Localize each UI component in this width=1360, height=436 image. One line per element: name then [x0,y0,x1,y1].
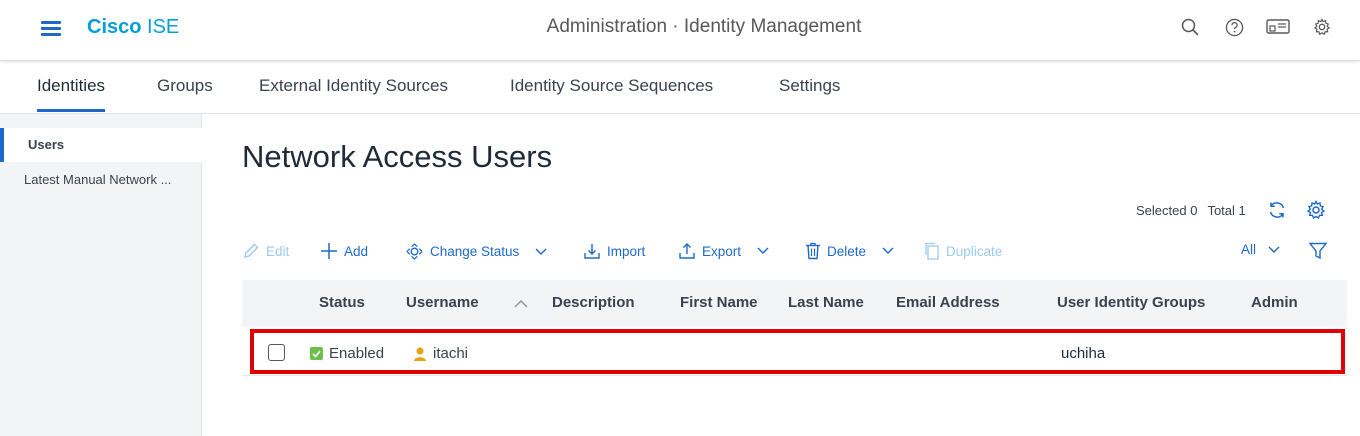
delete-button[interactable]: Delete [805,242,894,260]
export-label: Export [702,243,742,259]
selected-count: Selected 0 [1136,203,1198,218]
column-header-username[interactable]: Username [406,294,479,311]
user-identity-groups-cell: uchiha [1061,345,1106,362]
pencil-icon [244,243,259,258]
tab-groups[interactable]: Groups [157,76,213,109]
status-cell: Enabled [310,345,384,362]
table-header: Status Username Description First Name L… [242,280,1347,327]
filter-select-value: All [1241,242,1257,257]
gear-icon[interactable] [1310,15,1334,39]
refresh-icon[interactable] [1267,200,1287,225]
add-label: Add [344,243,369,259]
tab-external-identity-sources[interactable]: External Identity Sources [259,76,448,109]
chevron-down-icon [535,248,547,255]
change-status-button[interactable]: Change Status [405,242,547,261]
sidebar-item-latest-manual-network[interactable]: Latest Manual Network ... [0,163,202,197]
tab-identities[interactable]: Identities [37,76,106,112]
row-select-checkbox[interactable] [268,344,285,361]
tab-identity-source-sequences[interactable]: Identity Source Sequences [510,76,713,109]
delete-label: Delete [827,243,867,259]
add-button[interactable]: Add [320,242,368,260]
enabled-check-icon [310,347,323,360]
column-header-status[interactable]: Status [319,294,365,311]
column-header-description[interactable]: Description [552,294,635,311]
sort-ascending-icon[interactable] [514,299,528,308]
page-context-title: Administration · Identity Management [546,16,862,37]
page-title: Network Access Users [242,139,553,174]
trash-icon [806,242,820,260]
tab-settings[interactable]: Settings [779,76,840,109]
duplicate-label: Duplicate [946,243,1003,259]
column-header-last-name[interactable]: Last Name [788,294,864,311]
chevron-down-icon [757,247,769,254]
duplicate-icon [925,242,939,260]
column-header-admin[interactable]: Admin [1251,294,1298,311]
duplicate-button[interactable]: Duplicate [924,242,1002,260]
sidebar-item-users[interactable]: Users [0,128,202,162]
top-header: Cisco ISE Administration · Identity Mana… [0,0,1360,61]
plus-icon [321,243,337,259]
status-text: Enabled [329,345,385,362]
notifications-icon[interactable] [1266,15,1290,39]
chevron-down-icon [882,247,894,254]
export-icon [679,243,695,259]
import-button[interactable]: Import [583,242,645,260]
username-cell[interactable]: itachi [412,345,468,362]
column-header-user-identity-groups[interactable]: User Identity Groups [1057,294,1205,311]
username-text: itachi [433,345,469,362]
total-count: Total 1 [1207,203,1246,218]
column-header-email-address[interactable]: Email Address [896,294,1000,311]
change-status-icon [406,243,423,260]
tab-bar: Identities Groups External Identity Sour… [0,62,1360,114]
change-status-label: Change Status [430,244,520,259]
import-label: Import [607,243,646,259]
selection-summary: Selected 0 Total 1 [1136,203,1246,218]
sidebar: Users Latest Manual Network ... [0,114,202,436]
column-header-first-name[interactable]: First Name [680,294,758,311]
filter-icon[interactable] [1309,242,1327,260]
edit-label: Edit [266,243,290,259]
chevron-down-icon [1268,246,1280,253]
edit-button[interactable]: Edit [242,242,289,260]
help-icon[interactable] [1222,15,1246,39]
search-icon[interactable] [1178,15,1202,39]
import-icon [584,244,600,259]
user-icon [414,347,426,361]
table-settings-icon[interactable] [1306,199,1326,225]
export-button[interactable]: Export [678,242,769,260]
filter-select[interactable]: All [1241,242,1280,257]
table-row[interactable] [242,328,1347,376]
